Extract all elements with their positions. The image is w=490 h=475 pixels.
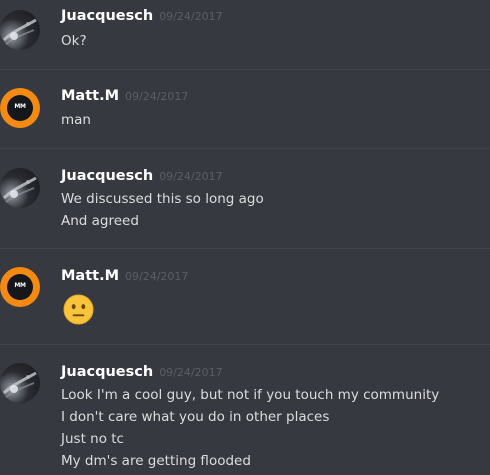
message-author[interactable]: Juacquesch 09/24/2017 [61,168,223,184]
message-author[interactable]: Juacquesch 09/24/2017 [61,8,223,24]
user-avatar[interactable] [0,363,40,403]
message-group: Juacquesch 09/24/2017 Look I'm a cool guy… [0,345,490,475]
message-text: Look I'm a cool guy, but not if you touc… [61,387,440,403]
author-name[interactable]: Matt.M [61,268,119,284]
message-timestamp: 09/24/2017 [159,366,223,379]
user-avatar[interactable]: MM [0,267,40,307]
avatar-logo: MM [7,274,33,300]
message-timestamp: 09/24/2017 [125,90,189,103]
message-timestamp: 09/24/2017 [125,270,189,283]
message-text: My dm's are getting flooded [61,453,251,469]
avatar-logo-mark: MM [14,103,26,110]
message-text: I don't care what you do in other places [61,409,330,425]
neutral-face-emoji[interactable] [63,294,94,325]
author-name[interactable]: Juacquesch [61,364,153,380]
message-text: We discussed this so long ago [61,191,264,207]
message-text: Ok? [61,33,87,49]
message-group: MM Matt.M 09/24/2017 [0,249,490,344]
galaxy-avatar-image [2,176,37,203]
message-group: Juacquesch 09/24/2017 We discussed this s… [0,149,490,248]
author-name[interactable]: Matt.M [61,88,119,104]
message-timestamp: 09/24/2017 [159,10,223,23]
message-author[interactable]: Juacquesch 09/24/2017 [61,364,223,380]
message-author[interactable]: Matt.M 09/24/2017 [61,268,188,284]
author-name[interactable]: Juacquesch [61,168,153,184]
message-text: Just no tc [61,431,124,447]
avatar-logo: MM [7,95,33,121]
author-name[interactable]: Juacquesch [61,8,153,24]
galaxy-avatar-image [2,371,37,398]
user-avatar[interactable] [0,10,40,50]
message-text: man [61,112,91,128]
user-avatar[interactable] [0,168,40,208]
avatar-logo-mark: MM [14,282,26,289]
galaxy-avatar-image [2,18,37,45]
message-author[interactable]: Matt.M 09/24/2017 [61,88,188,104]
message-timestamp: 09/24/2017 [159,170,223,183]
message-text: And agreed [61,213,139,229]
message-group: MM Matt.M 09/24/2017 man [0,70,490,148]
user-avatar[interactable]: MM [0,88,40,128]
message-group: Juacquesch 09/24/2017 Ok? [0,0,490,69]
